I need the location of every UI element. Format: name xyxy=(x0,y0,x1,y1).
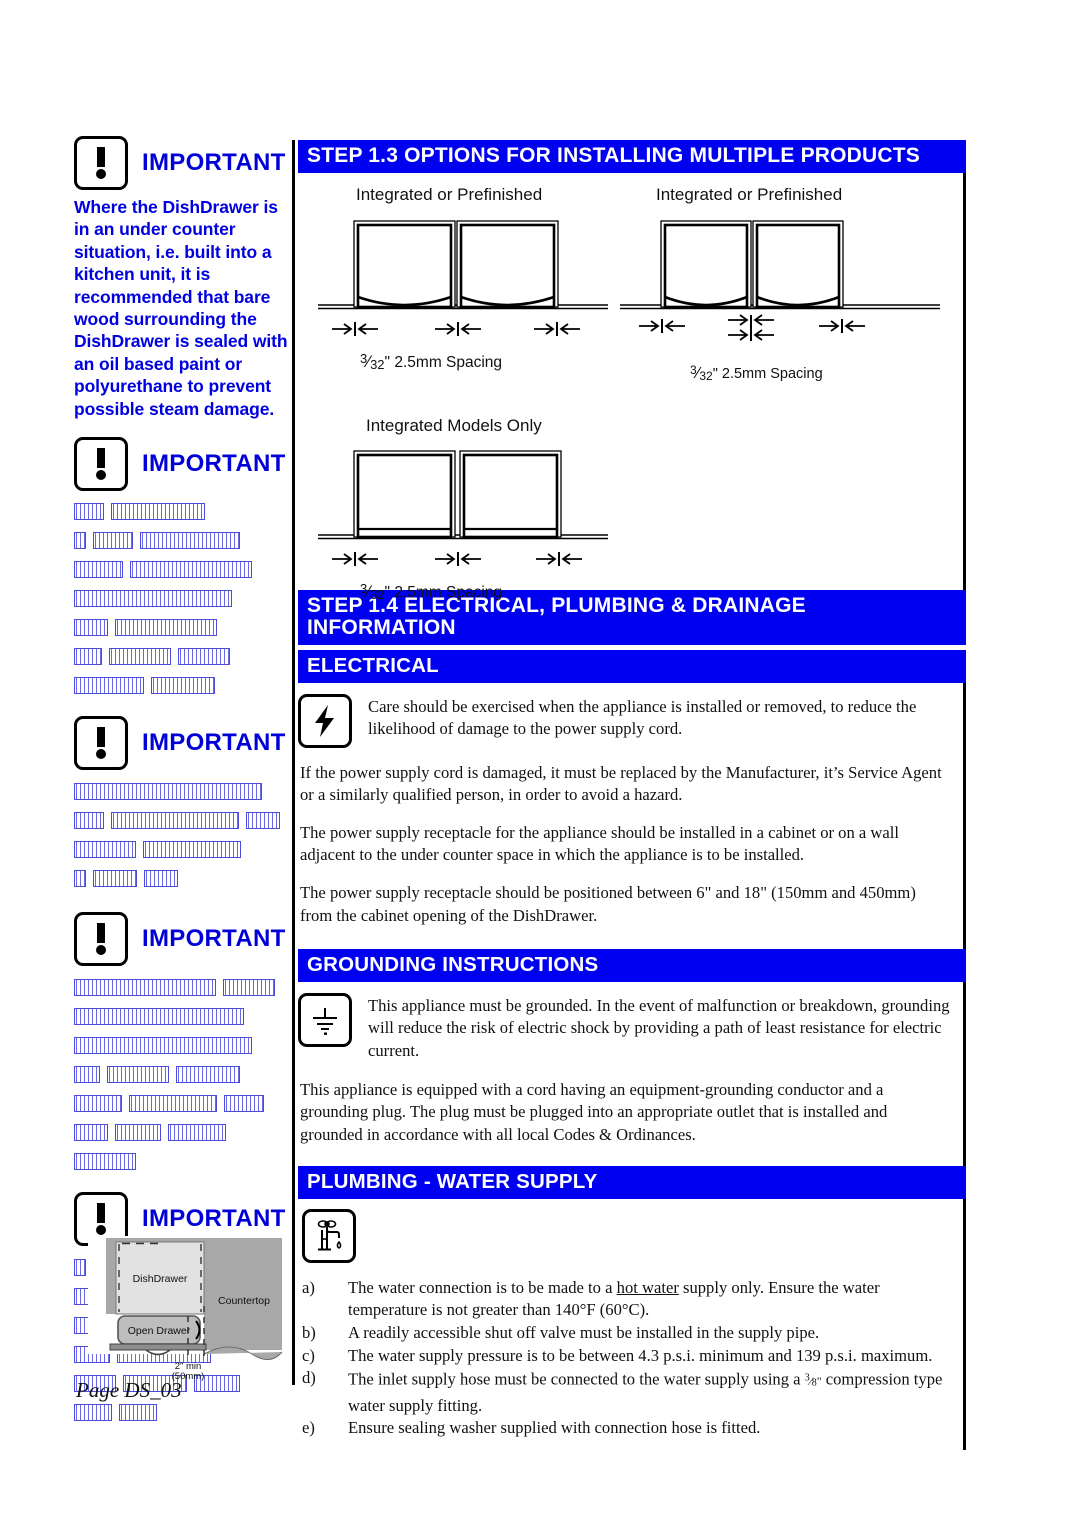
important-title: IMPORTANT xyxy=(142,729,286,757)
spacing-denominator: 32 xyxy=(699,369,713,384)
electrical-section: Care should be exercised when the applia… xyxy=(298,682,966,950)
diagram-c-spacing: 3⁄32" 2.5mm Spacing xyxy=(360,581,503,603)
list-marker: e) xyxy=(302,1418,315,1438)
spacing-text: " 2.5mm Spacing xyxy=(712,366,823,383)
grounding-section: This appliance must be grounded. In the … xyxy=(298,981,966,1167)
exclamation-icon xyxy=(74,136,128,190)
important-block-3: IMPORTANT xyxy=(74,716,294,895)
step-1-3-heading: STEP 1.3 OPTIONS FOR INSTALLING MULTIPLE… xyxy=(298,140,966,174)
electrical-icon-row: Care should be exercised when the applia… xyxy=(298,693,963,748)
countertop-label: Countertop xyxy=(218,1295,270,1307)
electrical-paragraph-2: The power supply receptacle for the appl… xyxy=(300,822,899,865)
plumbing-list: a) The water connection is to be made to… xyxy=(298,1277,963,1440)
list-item: d) The inlet supply hose must be connect… xyxy=(298,1367,963,1417)
diagram-a xyxy=(318,220,608,337)
grounding-paragraph-1: This appliance is equipped with a cord h… xyxy=(300,1079,888,1144)
list-item: c) The water supply pressure is to be be… xyxy=(298,1345,963,1368)
diagram-b-label: Integrated or Prefinished xyxy=(656,185,843,205)
list-text: A readily accessible shut off valve must… xyxy=(348,1323,820,1342)
page-number: Page DS_03 xyxy=(76,1378,182,1402)
important-title: IMPORTANT xyxy=(142,450,286,478)
dishdrawer-label: DishDrawer xyxy=(133,1273,188,1285)
list-text-pre: The water connection is to be made to a xyxy=(348,1277,617,1297)
important-header: IMPORTANT xyxy=(74,136,294,190)
diagram-a-label: Integrated or Prefinished xyxy=(356,185,543,205)
important-title: IMPORTANT xyxy=(142,925,286,953)
important-header: IMPORTANT xyxy=(74,437,294,492)
important-block-1: IMPORTANT Where the DishDrawer is in an … xyxy=(74,136,294,420)
diagram-b-spacing: 3⁄32" 2.5mm Spacing xyxy=(690,363,823,384)
exclamation-icon xyxy=(74,912,128,967)
spacing-numerator: 3 xyxy=(690,363,697,378)
exclamation-icon xyxy=(74,437,128,492)
list-text: The water connection is to be made to a … xyxy=(348,1277,963,1322)
list-marker: d) xyxy=(302,1368,316,1388)
list-text: Ensure sealing washer supplied with conn… xyxy=(348,1418,761,1438)
important-title: IMPORTANT xyxy=(142,149,286,176)
lightning-bolt-icon xyxy=(298,693,352,748)
plumbing-heading: PLUMBING - WATER SUPPLY xyxy=(298,1166,966,1199)
list-item: b) A readily accessible shut off valve m… xyxy=(298,1322,963,1345)
list-text-pre: The inlet supply hose must be connected … xyxy=(348,1369,805,1389)
main-content: STEP 1.3 OPTIONS FOR INSTALLING MULTIPLE… xyxy=(298,140,966,1450)
hot-water-emphasis: hot water xyxy=(616,1277,679,1297)
important-title: IMPORTANT xyxy=(142,1205,286,1233)
list-text: The inlet supply hose must be connected … xyxy=(348,1367,963,1417)
important-block-2: IMPORTANT xyxy=(74,437,294,702)
plumbing-section: a) The water connection is to be made to… xyxy=(298,1198,966,1450)
spacing-text: " 2.5mm Spacing xyxy=(384,584,503,602)
important-text-redacted xyxy=(74,975,294,1178)
earth-ground-icon xyxy=(298,992,352,1047)
diagram-a-spacing: 3⁄32" 2.5mm Spacing xyxy=(360,351,503,373)
diagram-c-label: Integrated Models Only xyxy=(366,416,542,436)
under-counter-diagram: 2" min (50mm) DishDrawer Countertop Open… xyxy=(88,1236,286,1382)
diagram-c xyxy=(318,450,608,567)
important-header: IMPORTANT xyxy=(74,912,294,967)
grounding-icon-paragraph: This appliance must be grounded. In the … xyxy=(368,995,950,1060)
step-1-3-diagrams: Integrated or Prefinished 3⁄32" 2.5mm Sp… xyxy=(298,173,966,602)
open-drawer-label: Open Drawer xyxy=(128,1325,191,1337)
spacing-text: " 2.5mm Spacing xyxy=(384,354,503,372)
important-text: Where the DishDrawer is in an under coun… xyxy=(74,197,288,419)
electrical-heading: ELECTRICAL xyxy=(298,650,966,683)
important-text-redacted xyxy=(74,499,294,702)
list-marker: c) xyxy=(302,1345,315,1365)
list-item: e) Ensure sealing washer supplied with c… xyxy=(298,1417,963,1440)
electrical-icon-paragraph: Care should be exercised when the applia… xyxy=(368,696,917,739)
grounding-heading: GROUNDING INSTRUCTIONS xyxy=(298,949,966,982)
list-text: The water supply pressure is to be betwe… xyxy=(348,1345,933,1365)
important-header: IMPORTANT xyxy=(74,716,294,771)
grounding-icon-row: This appliance must be grounded. In the … xyxy=(298,992,963,1063)
diagram-b xyxy=(620,220,940,342)
faucet-icon xyxy=(302,1208,356,1263)
electrical-paragraph-1: If the power supply cord is damaged, it … xyxy=(300,762,942,805)
spacing-denominator: 32 xyxy=(370,357,385,373)
spacing-denominator: 32 xyxy=(370,587,385,603)
electrical-paragraph-3: The power supply receptacle should be po… xyxy=(300,883,916,925)
document-page: IMPORTANT Where the DishDrawer is in an … xyxy=(0,0,1080,1528)
important-block-4: IMPORTANT xyxy=(74,912,294,1178)
important-text-redacted xyxy=(74,779,294,895)
list-item: a) The water connection is to be made to… xyxy=(298,1277,963,1322)
list-marker: a) xyxy=(302,1277,315,1297)
fraction-three-eighths: 3⁄8" xyxy=(804,1372,822,1389)
exclamation-icon xyxy=(74,716,128,771)
list-marker: b) xyxy=(302,1323,316,1342)
